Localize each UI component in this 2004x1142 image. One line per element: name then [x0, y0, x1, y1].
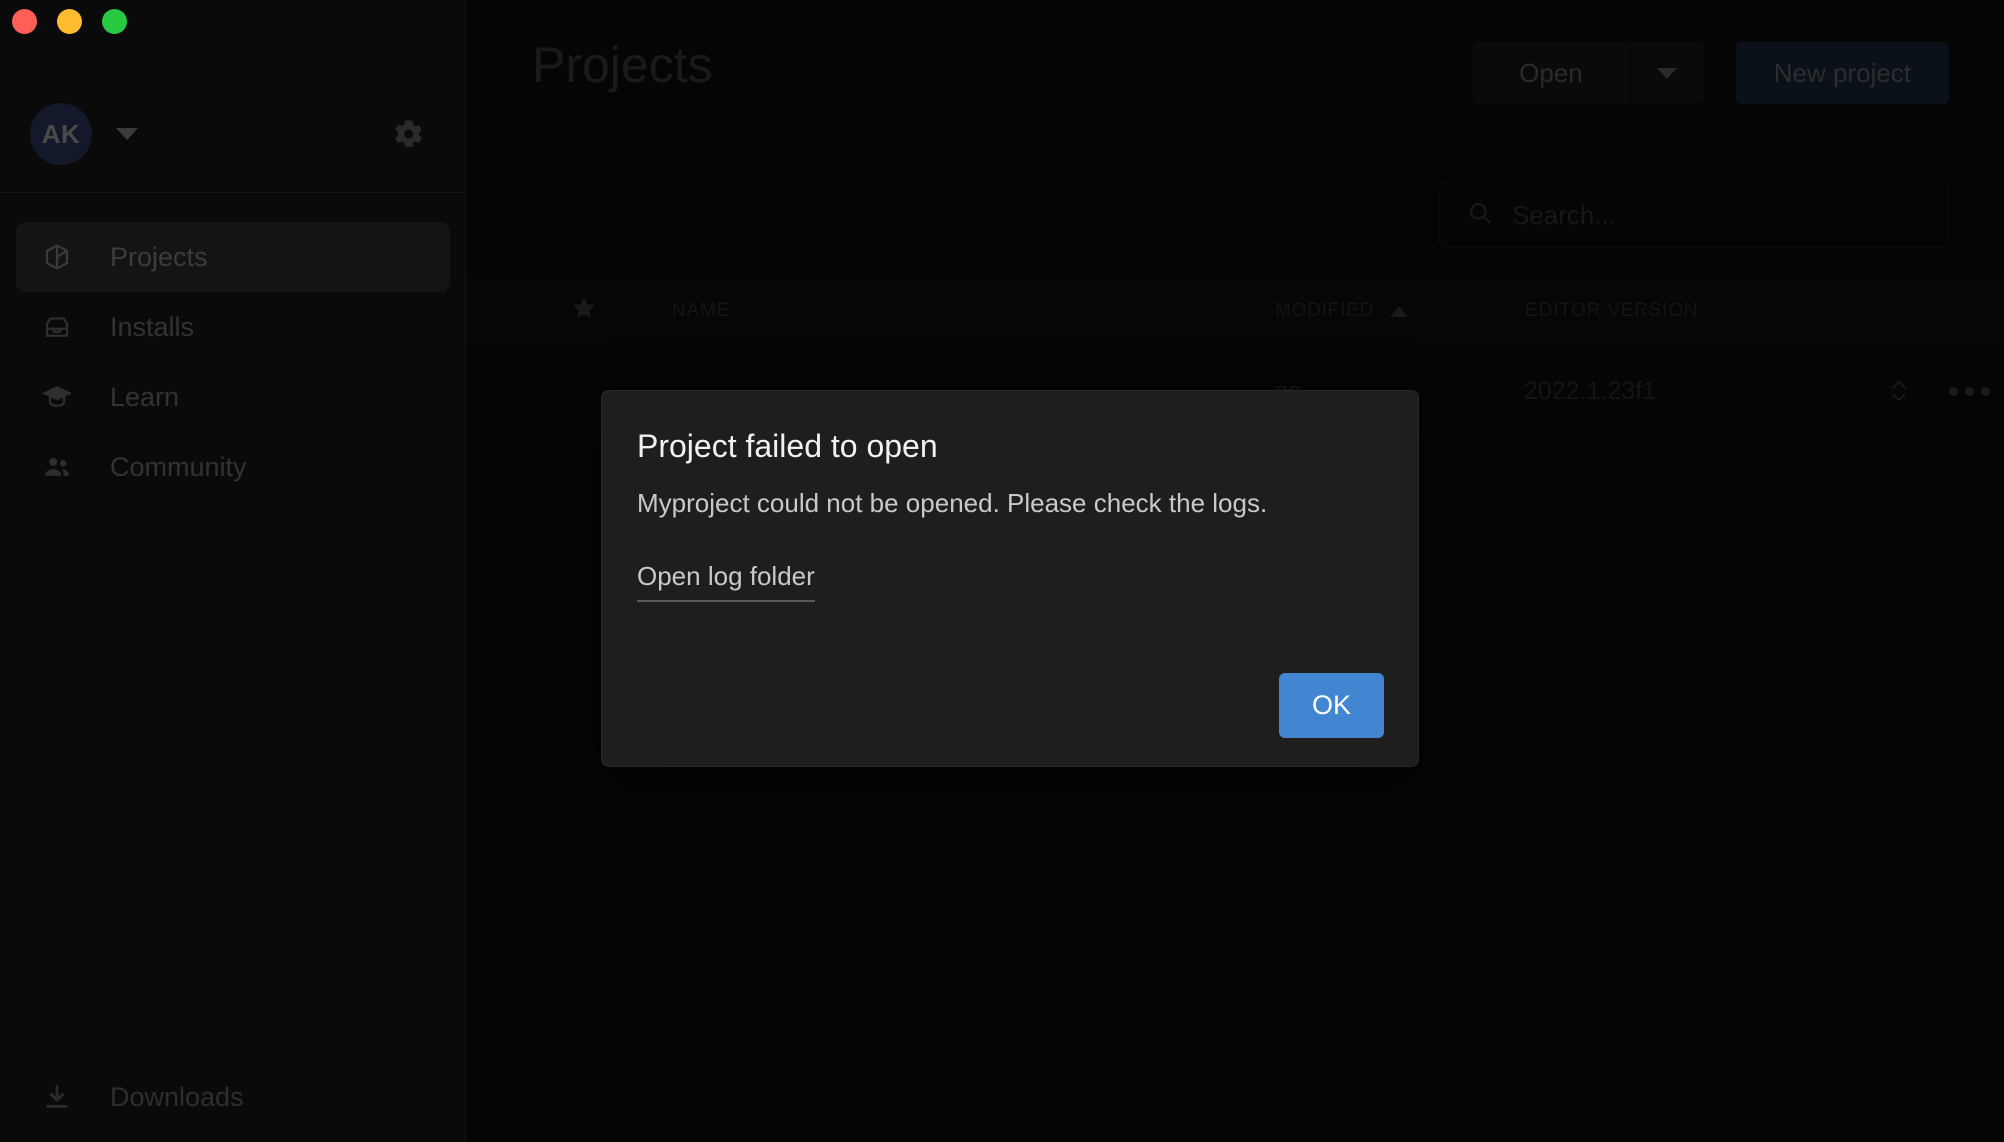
project-failed-dialog: Project failed to open Myproject could n…: [601, 390, 1419, 767]
graduation-cap-icon: [42, 382, 82, 412]
avatar[interactable]: AK: [30, 103, 92, 165]
sidebar-item-label: Downloads: [110, 1081, 244, 1112]
toolbox-icon: [42, 312, 82, 342]
sidebar-item-label: Projects: [110, 241, 208, 272]
sidebar: AK Projects Installs Learn Community Dow…: [0, 0, 466, 1142]
people-icon: [42, 452, 82, 482]
unity-hub-window: AK Projects Installs Learn Community Dow…: [0, 0, 2004, 1142]
dialog-title: Project failed to open: [637, 428, 938, 464]
cube-icon: [42, 242, 82, 272]
sidebar-item-label: Community: [110, 451, 247, 482]
open-log-folder-link[interactable]: Open log folder: [637, 561, 815, 602]
sidebar-item-projects[interactable]: Projects: [16, 222, 450, 292]
maximize-window-button[interactable]: [102, 9, 127, 34]
sidebar-item-installs[interactable]: Installs: [16, 292, 450, 362]
close-window-button[interactable]: [12, 9, 37, 34]
minimize-window-button[interactable]: [57, 9, 82, 34]
window-traffic-lights: [12, 9, 127, 34]
account-row: AK: [0, 95, 466, 173]
sidebar-divider: [0, 192, 466, 193]
sidebar-item-learn[interactable]: Learn: [16, 362, 450, 432]
chevron-down-icon[interactable]: [116, 128, 138, 140]
sidebar-item-community[interactable]: Community: [16, 432, 450, 502]
sidebar-item-label: Installs: [110, 311, 195, 342]
sidebar-item-downloads[interactable]: Downloads: [16, 1062, 244, 1132]
dialog-message: Myproject could not be opened. Please ch…: [637, 488, 1268, 518]
gear-icon[interactable]: [390, 116, 426, 152]
sidebar-item-label: Learn: [110, 381, 180, 412]
sidebar-nav: Projects Installs Learn Community: [0, 222, 466, 502]
ok-button[interactable]: OK: [1279, 673, 1384, 738]
download-icon: [42, 1082, 82, 1112]
